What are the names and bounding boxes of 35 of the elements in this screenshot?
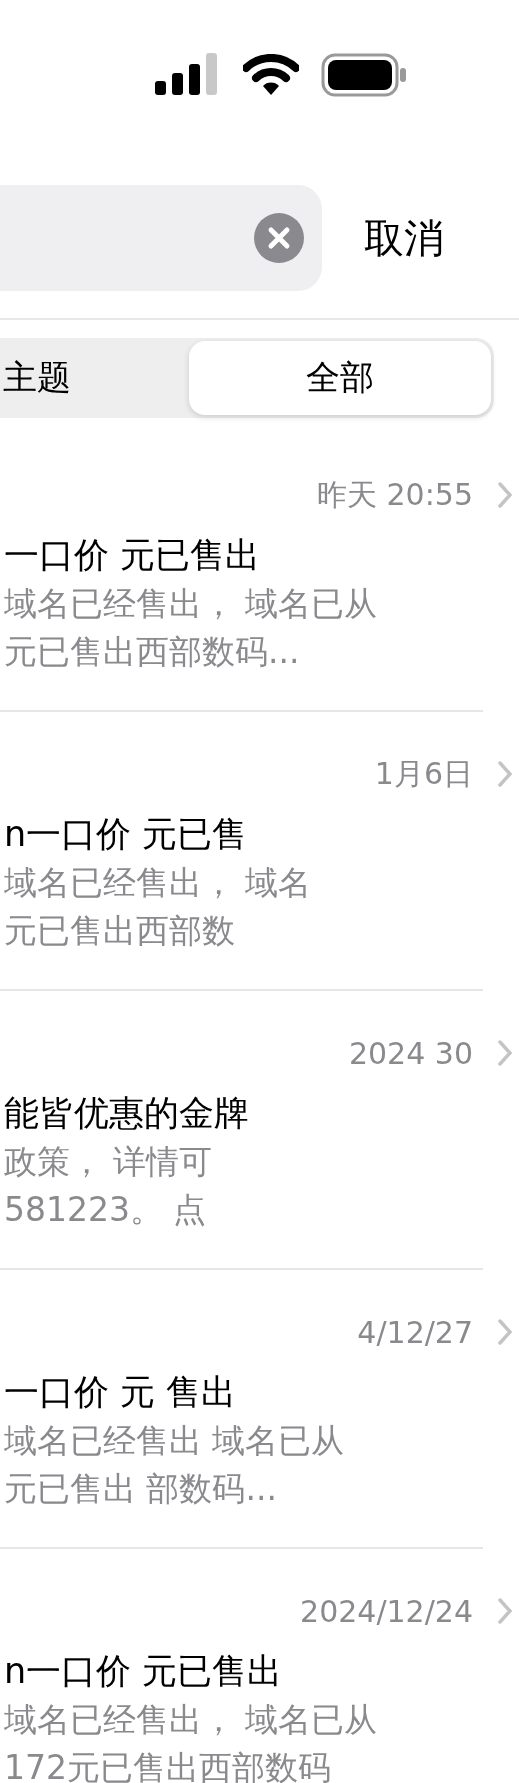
search-result-row[interactable]: 2024 30 能皆优惠的金牌 政策， 详情可 581223。 点	[0, 991, 483, 1270]
search-field[interactable]	[0, 185, 322, 291]
message-title: 能皆优惠的金牌	[4, 1092, 250, 1135]
message-date: 4/12/27	[357, 1314, 473, 1350]
cancel-button[interactable]: 取消	[364, 210, 444, 266]
battery-icon	[321, 53, 407, 97]
wifi-icon	[243, 54, 299, 96]
search-result-row[interactable]: 昨天 20:55 一口价 元已售出 域名已经售出， 域名已从 元已售出西部数码...	[0, 433, 483, 712]
message-date: 2024 30	[348, 1035, 473, 1071]
message-preview: 域名已经售出 域名已从	[4, 1420, 346, 1462]
segment-tab[interactable]: 全部	[189, 341, 491, 415]
chevron-icon	[497, 481, 513, 509]
chevron-icon	[497, 1039, 513, 1067]
message-preview: 元已售出西部数	[4, 910, 236, 952]
message-date: 1月6日	[374, 754, 473, 793]
segment-tab[interactable]: 主题	[3, 341, 189, 415]
message-preview: 域名已经售出， 域名已从	[4, 1699, 379, 1741]
message-title: 一口价 元已售出	[4, 534, 262, 577]
message-preview: 581223。 点	[4, 1189, 208, 1231]
message-preview: 域名已经售出， 域名	[4, 862, 313, 904]
message-date: 昨天 20:55	[317, 475, 473, 514]
message-preview: 域名已经售出， 域名已从	[4, 583, 379, 625]
message-preview: 元已售出西部数码...	[4, 631, 301, 673]
clear-icon[interactable]	[254, 213, 304, 263]
search-result-row[interactable]: 4/12/27 一口价 元 售出 域名已经售出 域名已从 元已售出 部数码...	[0, 1270, 483, 1549]
message-title: n一口价 元已售	[4, 813, 249, 856]
chevron-icon	[497, 1597, 513, 1625]
message-title: 一口价 元 售出	[4, 1371, 238, 1414]
message-preview: 政策， 详情可	[4, 1141, 214, 1183]
search-result-row[interactable]: 1月6日 n一口价 元已售 域名已经售出， 域名 元已售出西部数	[0, 712, 483, 991]
message-title: n一口价 元已售出	[4, 1650, 284, 1693]
chevron-icon	[497, 1318, 513, 1346]
message-preview: 元已售出 部数码...	[4, 1468, 278, 1510]
message-date: 2024/12/24	[300, 1593, 473, 1629]
chevron-icon	[497, 760, 513, 788]
